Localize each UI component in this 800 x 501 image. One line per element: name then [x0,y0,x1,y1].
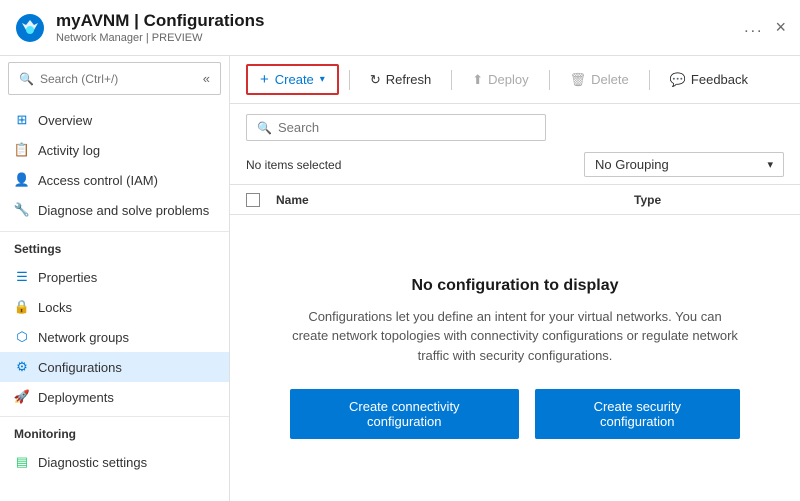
create-security-button[interactable]: Create security configuration [535,389,740,439]
network-groups-label: Network groups [38,330,129,345]
create-label: Create [275,72,314,87]
access-label: Access control (IAM) [38,173,158,188]
grouping-label: No Grouping [595,157,669,172]
header-subtitle: Network Manager | PREVIEW [56,32,744,44]
empty-state: No configuration to display Configuratio… [230,215,800,501]
diagnose-label: Diagnose and solve problems [38,203,209,218]
access-icon: 👤 [14,172,30,188]
collapse-icon[interactable]: « [203,71,210,86]
diagnose-icon: 🔧 [14,202,30,218]
grouping-dropdown[interactable]: No Grouping ▾ [584,152,784,177]
properties-label: Properties [38,270,97,285]
monitoring-section-label: Monitoring [0,416,229,445]
delete-icon: 🗑 [570,72,587,88]
content: 🔍 No items selected No Grouping ▾ Name [230,104,800,501]
diagnostic-label: Diagnostic settings [38,455,147,470]
configurations-label: Configurations [38,360,122,375]
name-col-header: Name [276,192,634,207]
create-button[interactable]: + Create ▾ [246,64,339,95]
sidebar-item-diagnose[interactable]: 🔧 Diagnose and solve problems [0,195,229,225]
activity-label: Activity log [38,143,100,158]
delete-label: Delete [591,72,629,87]
sidebar-item-locks[interactable]: 🔒 Locks [0,292,229,322]
col-type-label: Type [634,193,661,207]
overview-label: Overview [38,113,92,128]
app-icon [14,12,46,44]
type-col-header: Type [634,192,784,207]
content-search-box: 🔍 [246,114,546,141]
sidebar-item-properties[interactable]: ☰ Properties [0,262,229,292]
grouping-chevron-icon: ▾ [767,158,773,171]
header-checkbox-col [246,193,276,207]
sidebar-nav-monitoring: ▤ Diagnostic settings [0,445,229,479]
diagnostic-icon: ▤ [14,454,30,470]
locks-label: Locks [38,300,72,315]
deployments-label: Deployments [38,390,114,405]
sidebar-search: 🔍 « [8,62,221,95]
locks-icon: 🔒 [14,299,30,315]
sidebar-item-configurations[interactable]: ⚙ Configurations [0,352,229,382]
feedback-icon: 💬 [670,72,686,88]
header: myAVNM | Configurations Network Manager … [0,0,800,56]
sidebar-item-diagnostic-settings[interactable]: ▤ Diagnostic settings [0,447,229,477]
toolbar-separator-2 [451,70,452,90]
deploy-icon: ⬆ [472,72,483,88]
refresh-icon: ↻ [370,72,381,88]
create-chevron-icon: ▾ [320,74,325,85]
select-all-checkbox[interactable] [246,193,260,207]
toolbar-separator-1 [349,70,350,90]
empty-desc: Configurations let you define an intent … [290,307,740,366]
deployments-icon: 🚀 [14,389,30,405]
feedback-button[interactable]: 💬 Feedback [660,67,758,93]
deploy-button[interactable]: ⬆ Deploy [462,67,538,93]
configurations-icon: ⚙ [14,359,30,375]
toolbar: + Create ▾ ↻ Refresh ⬆ Deploy 🗑 Delete 💬 [230,56,800,104]
create-connectivity-button[interactable]: Create connectivity configuration [290,389,519,439]
sidebar-item-activity-log[interactable]: 📋 Activity log [0,135,229,165]
header-dots[interactable]: ... [744,19,763,37]
main: + Create ▾ ↻ Refresh ⬆ Deploy 🗑 Delete 💬 [230,56,800,501]
search-icon: 🔍 [19,72,34,86]
filter-text: No items selected [246,158,584,172]
toolbar-separator-4 [649,70,650,90]
activity-icon: 📋 [14,142,30,158]
header-close[interactable]: × [775,17,786,38]
deploy-label: Deploy [488,72,528,87]
filter-bar: No items selected No Grouping ▾ [230,147,800,182]
settings-section-label: Settings [0,231,229,260]
sidebar-nav-settings: ☰ Properties 🔒 Locks ⬡ Network groups ⚙ … [0,260,229,414]
empty-state-buttons: Create connectivity configuration Create… [290,389,740,439]
overview-icon: ⊞ [14,112,30,128]
sidebar-item-access-control[interactable]: 👤 Access control (IAM) [0,165,229,195]
plus-icon: + [260,71,269,88]
empty-title: No configuration to display [411,277,618,295]
sidebar-search-input[interactable] [40,72,199,86]
sidebar-item-overview[interactable]: ⊞ Overview [0,105,229,135]
layout: 🔍 « ⊞ Overview 📋 Activity log 👤 Access c… [0,56,800,501]
header-title-group: myAVNM | Configurations Network Manager … [56,11,744,44]
content-search-area: 🔍 [230,104,800,147]
header-title: myAVNM | Configurations [56,11,264,31]
feedback-label: Feedback [691,72,748,87]
delete-button[interactable]: 🗑 Delete [560,67,639,93]
toolbar-separator-3 [549,70,550,90]
sidebar-nav-top: ⊞ Overview 📋 Activity log 👤 Access contr… [0,101,229,229]
content-search-input[interactable] [278,120,535,135]
sidebar-item-deployments[interactable]: 🚀 Deployments [0,382,229,412]
col-name-label: Name [276,193,309,207]
refresh-label: Refresh [386,72,432,87]
refresh-button[interactable]: ↻ Refresh [360,67,441,93]
network-icon: ⬡ [14,329,30,345]
properties-icon: ☰ [14,269,30,285]
sidebar: 🔍 « ⊞ Overview 📋 Activity log 👤 Access c… [0,56,230,501]
sidebar-item-network-groups[interactable]: ⬡ Network groups [0,322,229,352]
table-header: Name Type [230,184,800,215]
content-search-icon: 🔍 [257,121,272,135]
